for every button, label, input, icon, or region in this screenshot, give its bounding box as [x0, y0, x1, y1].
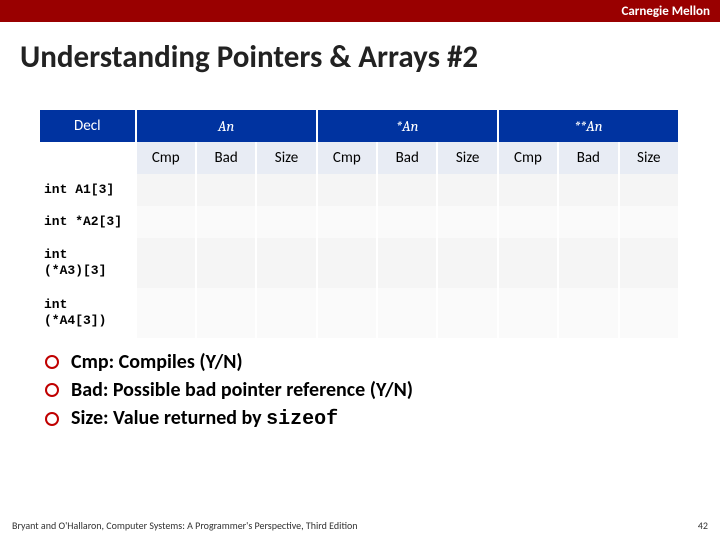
data-cell: [136, 206, 196, 238]
data-cell: [377, 288, 437, 338]
data-cell: [196, 288, 256, 338]
data-cell: [558, 238, 618, 288]
data-cell: [136, 238, 196, 288]
data-cell: [619, 238, 680, 288]
sub-cmp-1: Cmp: [317, 142, 377, 174]
decl-cell: int(*A3)[3]: [40, 238, 136, 288]
data-cell: [317, 174, 377, 206]
legend-text: Size: Value returned by sizeof: [71, 406, 338, 431]
data-cell: [498, 238, 558, 288]
data-cell: [377, 174, 437, 206]
data-cell: [498, 288, 558, 338]
table-header-sub: Cmp Bad Size Cmp Bad Size Cmp Bad Size: [40, 142, 679, 174]
data-cell: [317, 288, 377, 338]
data-cell: [437, 288, 497, 338]
bullet-icon: [45, 355, 59, 369]
data-cell: [196, 174, 256, 206]
footer-right: 42: [698, 519, 708, 532]
legend-item: Bad: Possible bad pointer reference (Y/N…: [45, 378, 413, 402]
data-cell: [558, 288, 618, 338]
header-group-1: *An: [317, 110, 498, 142]
data-cell: [619, 288, 680, 338]
pointer-table: Decl An *An **An Cmp Bad Size Cmp Bad Si…: [40, 110, 710, 338]
sub-bad-2: Bad: [558, 142, 618, 174]
decl-cell: int(*A4[3]): [40, 288, 136, 338]
legend-text: Cmp: Compiles (Y/N): [71, 350, 243, 374]
data-cell: [558, 206, 618, 238]
sub-bad-1: Bad: [377, 142, 437, 174]
data-cell: [317, 206, 377, 238]
sub-bad-0: Bad: [196, 142, 256, 174]
data-cell: [377, 238, 437, 288]
legend-text: Bad: Possible bad pointer reference (Y/N…: [71, 378, 413, 402]
data-cell: [256, 206, 316, 238]
data-cell: [437, 206, 497, 238]
sub-cmp-2: Cmp: [498, 142, 558, 174]
bullet-icon: [45, 412, 59, 426]
data-cell: [136, 288, 196, 338]
footer: Bryant and O'Hallaron, Computer Systems:…: [12, 519, 708, 532]
data-cell: [498, 206, 558, 238]
data-cell: [317, 238, 377, 288]
table-header-groups: Decl An *An **An: [40, 110, 679, 142]
table-row: int(*A4[3]): [40, 288, 679, 338]
footer-left: Bryant and O'Hallaron, Computer Systems:…: [12, 519, 358, 532]
sub-size-1: Size: [437, 142, 497, 174]
legend-item: Size: Value returned by sizeof: [45, 406, 413, 431]
legend: Cmp: Compiles (Y/N) Bad: Possible bad poi…: [45, 350, 413, 435]
decl-cell: int *A2[3]: [40, 206, 136, 238]
top-brand-bar: Carnegie Mellon: [0, 0, 720, 22]
header-decl: Decl: [40, 110, 136, 142]
table-row: int(*A3)[3]: [40, 238, 679, 288]
data-cell: [619, 206, 680, 238]
data-cell: [256, 238, 316, 288]
data-cell: [619, 174, 680, 206]
data-cell: [558, 174, 618, 206]
table-row: int A1[3]: [40, 174, 679, 206]
data-cell: [256, 174, 316, 206]
data-cell: [377, 206, 437, 238]
sub-cmp-0: Cmp: [136, 142, 196, 174]
data-cell: [498, 174, 558, 206]
brand-text: Carnegie Mellon: [621, 4, 710, 19]
data-cell: [437, 174, 497, 206]
sub-size-2: Size: [619, 142, 680, 174]
header-group-0: An: [136, 110, 317, 142]
decl-cell: int A1[3]: [40, 174, 136, 206]
header-group-2: **An: [498, 110, 679, 142]
data-cell: [437, 238, 497, 288]
header-empty: [40, 142, 136, 174]
data-cell: [256, 288, 316, 338]
table-row: int *A2[3]: [40, 206, 679, 238]
page-title: Understanding Pointers & Arrays #2: [20, 38, 478, 76]
data-cell: [196, 238, 256, 288]
data-cell: [196, 206, 256, 238]
sub-size-0: Size: [256, 142, 316, 174]
legend-item: Cmp: Compiles (Y/N): [45, 350, 413, 374]
data-cell: [136, 174, 196, 206]
bullet-icon: [45, 383, 59, 397]
